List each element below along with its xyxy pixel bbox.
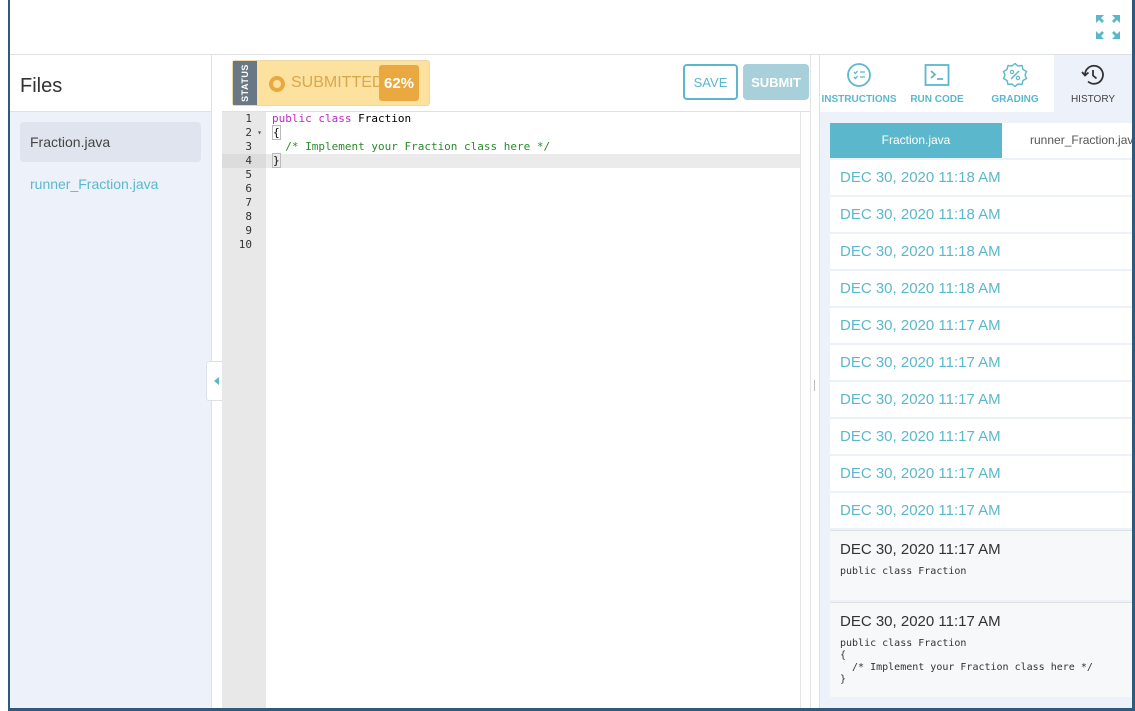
line-number: 5 (245, 168, 252, 181)
line-number: 4 (222, 154, 266, 168)
code-line: { (272, 125, 281, 140)
files-title: Files (10, 55, 211, 112)
history-file-tabs: Fraction.java runner_Fraction.java (830, 123, 1135, 158)
history-card-title: DEC 30, 2020 11:17 AM (840, 541, 1001, 558)
line-number: 8 (245, 210, 252, 223)
line-number: 7 (245, 196, 252, 209)
status-badge: STATUS SUBMITTED 62% (232, 60, 430, 106)
history-item[interactable]: DEC 30, 2020 11:17 AM (830, 345, 1135, 380)
editor-panel: STATUS SUBMITTED 62% SAVE SUBMIT 1 2 ▾ 3 … (222, 55, 810, 708)
save-button[interactable]: SAVE (683, 64, 738, 100)
history-item[interactable]: DEC 30, 2020 11:18 AM (830, 234, 1135, 269)
line-number: 9 (245, 224, 252, 237)
status-circle-icon (269, 76, 285, 92)
tab-instructions[interactable]: INSTRUCTIONS (820, 55, 898, 112)
history-item[interactable]: DEC 30, 2020 11:17 AM (830, 493, 1135, 528)
file-item-fraction[interactable]: Fraction.java (20, 122, 201, 162)
tab-label: RUN CODE (910, 94, 964, 105)
fold-arrow-icon[interactable]: ▾ (257, 126, 262, 140)
history-card-code: public class Fraction (840, 566, 967, 577)
tab-label: INSTRUCTIONS (821, 94, 897, 105)
history-file-tab-runner[interactable]: runner_Fraction.java (1002, 123, 1135, 158)
history-list: DEC 30, 2020 11:18 AM DEC 30, 2020 11:18… (830, 160, 1135, 699)
history-item[interactable]: DEC 30, 2020 11:18 AM (830, 271, 1135, 306)
top-bar (10, 0, 1135, 55)
terminal-icon (924, 64, 950, 86)
tab-label: GRADING (991, 94, 1039, 105)
history-item[interactable]: DEC 30, 2020 11:17 AM (830, 308, 1135, 343)
history-card-code: public class Fraction { /* Implement you… (840, 638, 1093, 685)
line-number: 2 ▾ (245, 126, 262, 140)
checklist-icon (847, 63, 871, 87)
score-badge: 62% (379, 65, 419, 101)
line-gutter: 1 2 ▾ 3 4 5 6 7 8 9 10 (222, 112, 266, 708)
line-number: 1 (245, 112, 252, 125)
history-card-title: DEC 30, 2020 11:17 AM (840, 613, 1001, 630)
line-number: 10 (238, 238, 252, 251)
code-line: public class Fraction (272, 112, 412, 125)
tab-run-code[interactable]: RUN CODE (898, 55, 976, 112)
status-tab: STATUS (233, 61, 257, 105)
files-panel: Files Fraction.java runner_Fraction.java (10, 55, 212, 708)
editor-scrollbar[interactable] (800, 112, 810, 708)
history-item[interactable]: DEC 30, 2020 11:18 AM (830, 160, 1135, 195)
history-item[interactable]: DEC 30, 2020 11:17 AM (830, 419, 1135, 454)
percent-badge-icon (1002, 62, 1028, 88)
line-number: 3 (245, 140, 252, 153)
right-tabs: INSTRUCTIONS RUN CODE GRADING HISTORY (820, 55, 1135, 112)
editor-toolbar: STATUS SUBMITTED 62% SAVE SUBMIT (222, 55, 810, 112)
status-text: SUBMITTED (291, 74, 384, 91)
code-editor[interactable]: 1 2 ▾ 3 4 5 6 7 8 9 10 public class Fract… (222, 112, 810, 708)
history-item[interactable]: DEC 30, 2020 11:17 AM (830, 382, 1135, 417)
history-file-tab-fraction[interactable]: Fraction.java (830, 123, 1002, 158)
tab-grading[interactable]: GRADING (976, 55, 1054, 112)
history-icon (1081, 64, 1104, 85)
panel-resize-handle[interactable] (810, 55, 820, 708)
submit-button[interactable]: SUBMIT (743, 64, 809, 100)
history-item[interactable]: DEC 30, 2020 11:17 AM (830, 456, 1135, 491)
tab-history[interactable]: HISTORY (1054, 55, 1132, 112)
line-number: 6 (245, 182, 252, 195)
code-line: /* Implement your Fraction class here */ (272, 140, 551, 153)
code-line: } (266, 153, 800, 168)
right-panel: INSTRUCTIONS RUN CODE GRADING HISTORY Fr… (819, 55, 1135, 708)
history-card[interactable]: DEC 30, 2020 11:17 AM public class Fract… (830, 602, 1135, 697)
history-card[interactable]: DEC 30, 2020 11:17 AM public class Fract… (830, 530, 1135, 600)
history-item[interactable]: DEC 30, 2020 11:18 AM (830, 197, 1135, 232)
code-lines[interactable]: public class Fraction { /* Implement you… (266, 112, 800, 168)
file-item-runner-fraction[interactable]: runner_Fraction.java (20, 164, 201, 204)
app-frame: Files Fraction.java runner_Fraction.java… (8, 0, 1135, 711)
expand-arrows-icon[interactable] (1095, 14, 1121, 40)
tab-label: HISTORY (1070, 94, 1116, 105)
